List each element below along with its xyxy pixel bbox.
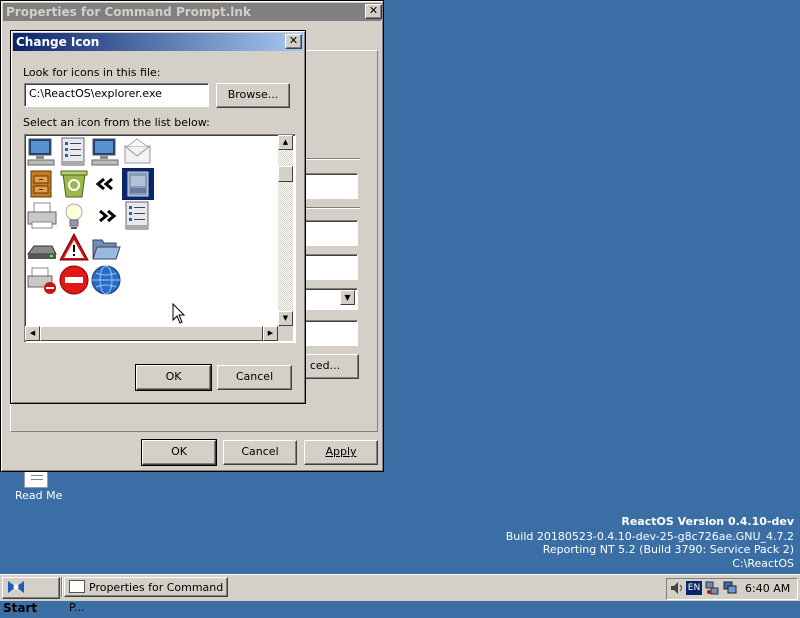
stop-icon[interactable]: [58, 264, 90, 296]
properties-apply-label: Apply: [325, 445, 357, 458]
printer-icon[interactable]: [26, 200, 58, 232]
scroll-up-button[interactable]: ▲: [278, 135, 293, 150]
language-indicator[interactable]: EN: [686, 581, 702, 595]
dialog-cancel-button[interactable]: Cancel: [217, 365, 292, 390]
horizontal-scroll-thumb[interactable]: [40, 326, 263, 341]
open-folder-icon[interactable]: [90, 232, 122, 264]
network-icon[interactable]: [705, 581, 719, 595]
printer-error-icon[interactable]: [26, 264, 58, 296]
select-icon-label: Select an icon from the list below:: [23, 116, 210, 129]
properties-ok-label: OK: [171, 445, 187, 458]
globe-icon[interactable]: [90, 264, 122, 296]
arrow-right-icon: ▶: [267, 329, 274, 337]
properties-titlebar[interactable]: Properties for Command Prompt.lnk: [3, 3, 381, 21]
taskbar-separator: [61, 577, 63, 597]
scrollbar-corner: [278, 326, 293, 341]
properties-ok-button[interactable]: OK: [141, 439, 217, 466]
arrow-up-icon: ▲: [282, 138, 289, 146]
close-icon: ✕: [288, 34, 299, 47]
separator: [306, 207, 360, 209]
recycle-bin-icon[interactable]: [58, 168, 90, 200]
dialog-title: Change Icon: [16, 35, 100, 49]
scroll-thumb[interactable]: [278, 166, 293, 182]
properties-close-button[interactable]: ✕: [365, 4, 382, 19]
browse-label: Browse...: [227, 88, 279, 101]
dialog-ok-label: OK: [165, 370, 182, 383]
browse-button[interactable]: Browse...: [216, 83, 290, 108]
comment-field[interactable]: [301, 320, 358, 346]
start-button[interactable]: Start: [2, 577, 60, 615]
version-path: C:\ReactOS: [732, 557, 794, 570]
icon-file-value: C:\ReactOS\explorer.exe: [29, 87, 162, 100]
horizontal-scrollbar[interactable]: ◀ ▶: [25, 326, 278, 341]
dialog-cancel-label: Cancel: [235, 370, 274, 383]
clock[interactable]: 6:40 AM: [745, 582, 790, 595]
advanced-button-label: ced...: [309, 359, 341, 372]
version-reporting: Reporting NT 5.2 (Build 3790: Service Pa…: [542, 543, 794, 556]
lightbulb-icon[interactable]: [58, 200, 90, 232]
cabinet-icon[interactable]: [26, 168, 58, 200]
target-field[interactable]: [301, 220, 358, 246]
taskbar-task-properties[interactable]: Properties for Command P...: [64, 577, 228, 614]
reactos-logo-icon: [7, 580, 25, 594]
vertical-scrollbar[interactable]: ▲ ▼: [278, 135, 293, 326]
envelope-icon[interactable]: [122, 136, 154, 168]
desktop-icon-read-me[interactable]: Read Me: [10, 470, 66, 506]
server-list-icon[interactable]: [122, 200, 154, 232]
system-tray: EN 6:40 AM: [666, 578, 798, 600]
double-right-arrow-icon[interactable]: [90, 200, 122, 232]
task-window-icon: [69, 580, 85, 593]
icon-list[interactable]: ▲ ▼ ◀ ▶: [24, 134, 296, 343]
start-label: Start: [3, 601, 38, 615]
separator: [306, 158, 360, 160]
scroll-left-button[interactable]: ◀: [25, 326, 40, 341]
volume-icon[interactable]: [670, 581, 684, 595]
dialog-titlebar[interactable]: Change Icon: [13, 33, 303, 51]
chevron-down-icon: ▼: [344, 293, 351, 302]
desktop-icon-label: Read Me: [15, 489, 63, 502]
drive-icon[interactable]: [26, 232, 58, 264]
arrow-left-icon: ◀: [29, 329, 36, 337]
computer-icon[interactable]: [90, 136, 122, 168]
properties-cancel-button[interactable]: Cancel: [223, 440, 297, 465]
taskbar: Start Properties for Command P... EN 6:4…: [0, 574, 800, 615]
change-icon-dialog: Change Icon ✕ Look for icons in this fil…: [10, 30, 306, 404]
properties-apply-button[interactable]: Apply: [304, 440, 378, 465]
icon-file-input[interactable]: C:\ReactOS\explorer.exe: [24, 83, 209, 107]
close-icon: ✕: [368, 4, 379, 17]
dropdown-button[interactable]: ▼: [340, 290, 355, 305]
arrow-down-icon: ▼: [282, 314, 289, 322]
scroll-down-button[interactable]: ▼: [278, 311, 293, 326]
server-list-icon[interactable]: [58, 136, 90, 168]
properties-cancel-label: Cancel: [241, 445, 279, 458]
look-for-label: Look for icons in this file:: [23, 66, 161, 79]
display-icon[interactable]: [723, 581, 737, 595]
task-label: Properties for Command P...: [69, 581, 224, 614]
properties-title: Properties for Command Prompt.lnk: [6, 5, 251, 19]
version-title: ReactOS Version 0.4.10-dev: [621, 515, 794, 528]
scroll-right-button[interactable]: ▶: [263, 326, 278, 341]
start-in-field[interactable]: [301, 254, 358, 280]
warning-icon[interactable]: [58, 232, 90, 264]
printer-folder-icon[interactable]: [121, 167, 155, 201]
document-icon: [24, 470, 48, 488]
target-type-field[interactable]: [301, 173, 358, 199]
double-left-arrow-icon[interactable]: [90, 168, 122, 200]
computer-icon[interactable]: [26, 136, 58, 168]
shortcut-key-select[interactable]: ▼: [301, 288, 358, 310]
version-build: Build 20180523-0.4.10-dev-25-g8c726ae.GN…: [505, 530, 794, 543]
dialog-close-button[interactable]: ✕: [285, 34, 302, 49]
mouse-cursor-icon: [172, 303, 186, 324]
dialog-ok-button[interactable]: OK: [135, 364, 212, 391]
